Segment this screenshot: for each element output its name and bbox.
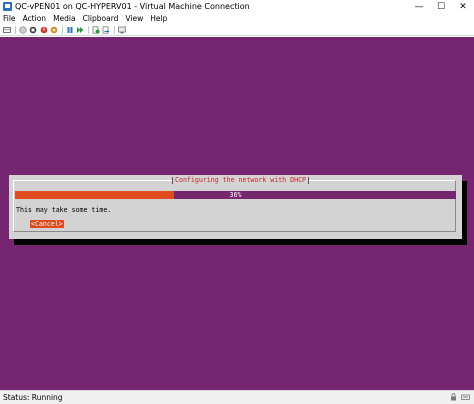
keyboard-icon <box>461 393 470 401</box>
vm-connection-app-icon <box>3 2 12 11</box>
turn-off-icon[interactable] <box>29 26 37 34</box>
toolbar <box>0 24 474 36</box>
title-bar: QC-vPEN01 on QC-HYPERV01 - Virtual Machi… <box>0 0 474 14</box>
menu-file[interactable]: File <box>0 14 19 24</box>
progress-percent-label: 36% <box>229 191 242 199</box>
lock-icon <box>449 393 458 401</box>
menu-clipboard[interactable]: Clipboard <box>79 14 122 24</box>
status-tray <box>449 393 470 401</box>
reset-icon[interactable] <box>76 26 84 34</box>
dialog-title: Configuring the network with DHCP <box>171 176 310 185</box>
status-bar: Status: Running <box>0 390 474 404</box>
cancel-button[interactable]: <Cancel> <box>30 220 64 228</box>
toolbar-separator <box>87 25 89 34</box>
shut-down-icon[interactable] <box>40 26 48 34</box>
minimize-button[interactable]: — <box>408 0 430 14</box>
toolbar-separator <box>61 25 63 34</box>
menu-bar: File Action Media Clipboard View Help <box>0 14 474 24</box>
save-icon[interactable] <box>50 26 58 34</box>
enhanced-session-icon[interactable] <box>117 26 126 34</box>
ctrl-alt-del-icon[interactable] <box>3 26 11 34</box>
menu-media[interactable]: Media <box>50 14 80 24</box>
toolbar-separator <box>113 25 115 34</box>
checkpoint-icon[interactable] <box>92 25 100 34</box>
maximize-button[interactable]: ☐ <box>430 0 452 14</box>
window-title: QC-vPEN01 on QC-HYPERV01 - Virtual Machi… <box>15 2 250 11</box>
installer-progress-dialog: Configuring the network with DHCP 36% Th… <box>9 175 462 239</box>
start-icon[interactable] <box>18 25 27 34</box>
vm-status-text: Status: Running <box>3 393 63 402</box>
revert-icon[interactable] <box>102 25 110 34</box>
close-button[interactable]: ✕ <box>452 0 474 14</box>
progress-message: This may take some time. <box>16 206 112 214</box>
progress-bar: 36% <box>15 191 456 199</box>
pause-icon[interactable] <box>66 26 74 34</box>
menu-view[interactable]: View <box>122 14 147 24</box>
toolbar-separator <box>14 25 16 34</box>
menu-help[interactable]: Help <box>147 14 171 24</box>
window-controls: — ☐ ✕ <box>408 0 474 14</box>
menu-action[interactable]: Action <box>19 14 50 24</box>
